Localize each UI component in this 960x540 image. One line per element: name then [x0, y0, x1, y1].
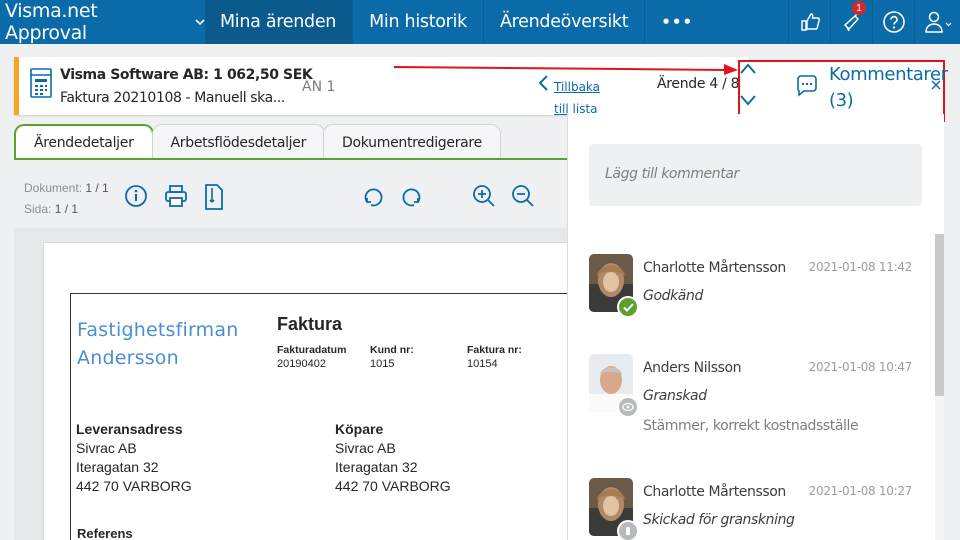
comment-status: Granskad [643, 388, 707, 404]
download-pdf-icon[interactable] [204, 184, 224, 215]
delivery-line: Sivrac AB [76, 440, 137, 456]
company-line-2: Andersson [77, 347, 179, 369]
annotation-arrow [394, 64, 738, 75]
rotate-left-icon[interactable] [361, 184, 385, 213]
notification-badge: 1 [852, 1, 866, 15]
add-comment-input[interactable]: Lägg till kommentar [589, 144, 922, 206]
case-counter: Ärende 4 / 8 [657, 76, 740, 92]
help-icon[interactable] [872, 0, 914, 44]
buyer-line: Iteragatan 32 [335, 459, 418, 475]
case-title: Visma Software AB: 1 062,50 SEK [60, 67, 313, 83]
invoice-date-value: 20190402 [277, 358, 326, 370]
comments-title: Kommentarer (3) [829, 64, 948, 111]
invoice-company: Fastighetsfirman Andersson [77, 316, 238, 372]
dokument-value: 1 / 1 [85, 181, 109, 195]
invoice-date-block: Fakturadatum 20190402 [277, 343, 346, 371]
reference-heading: Referens [77, 526, 133, 540]
customer-number-label: Kund nr: [370, 344, 414, 356]
notifications-button[interactable]: 1 [830, 0, 872, 44]
invoice-number-value: 10154 [467, 358, 498, 370]
document-viewer[interactable]: Fastighetsfirman Andersson Faktura Faktu… [14, 228, 584, 540]
sida-value: 1 / 1 [54, 202, 79, 216]
invoice-frame: Fastighetsfirman Andersson Faktura Faktu… [70, 293, 584, 540]
case-code: AN 1 [302, 79, 336, 95]
delivery-address: Leveransadress Sivrac AB Iteragatan 32 4… [76, 420, 192, 496]
close-comments-icon[interactable] [931, 77, 941, 94]
invoice-date-label: Fakturadatum [277, 344, 347, 356]
customer-number-block: Kund nr: 1015 [370, 343, 414, 371]
buyer-address: Köpare Sivrac AB Iteragatan 32 442 70 VA… [335, 420, 451, 496]
app-brand-menu[interactable]: Visma.net Approval [0, 0, 205, 44]
document-toolbar: Dokument: 1 / 1 Sida: 1 / 1 [14, 160, 567, 228]
thumbs-up-icon[interactable] [788, 0, 830, 44]
reviewed-eye-icon [617, 396, 639, 418]
customer-number-value: 1015 [370, 358, 395, 370]
info-icon[interactable] [124, 184, 148, 213]
buyer-heading: Köpare [335, 421, 384, 437]
case-subtitle: Faktura 20210108 - Manuell ska... [60, 90, 285, 106]
more-menu-button[interactable]: ••• [644, 0, 709, 44]
print-icon[interactable] [164, 184, 188, 213]
nav-tab-mina-arenden[interactable]: Mina ärenden [205, 0, 353, 44]
chevron-up-icon [740, 63, 756, 74]
comment-text: Stämmer, korrekt kostnadsställe [643, 418, 859, 434]
zoom-in-icon[interactable] [472, 184, 496, 213]
comment-author: Charlotte Mårtensson [643, 484, 786, 500]
sida-label: Sida: [24, 202, 52, 216]
user-menu[interactable] [914, 0, 960, 44]
comment-date: 2021-01-08 11:42 [808, 260, 913, 274]
previous-case-button[interactable] [739, 62, 759, 81]
comment-bubble-icon [795, 74, 819, 114]
user-icon [924, 11, 951, 33]
comment-date: 2021-01-08 10:47 [808, 360, 913, 374]
invoice-title: Faktura [277, 314, 343, 334]
comment-date: 2021-01-08 10:27 [808, 484, 913, 498]
sent-for-review-icon [617, 520, 639, 540]
nav-tab-min-historik[interactable]: Min historik [352, 0, 483, 44]
document-page-info: Dokument: 1 / 1 Sida: 1 / 1 [24, 178, 109, 220]
chevron-left-icon [538, 75, 548, 96]
buyer-line: Sivrac AB [335, 440, 396, 456]
delivery-line: 442 70 VARBORG [76, 478, 192, 494]
top-nav: Visma.net Approval Mina ärenden Min hist… [0, 0, 960, 44]
buyer-line: 442 70 VARBORG [335, 478, 451, 494]
comment-author: Anders Nilsson [643, 360, 742, 376]
comments-panel: Lägg till kommentar Charlotte Mårtensson… [567, 114, 944, 540]
invoice-document-icon [30, 68, 52, 103]
invoice-number-block: Faktura nr: 10154 [467, 343, 522, 371]
next-case-button[interactable] [739, 93, 759, 112]
comments-toggle[interactable]: Kommentarer (3) [795, 62, 948, 114]
delivery-line: Iteragatan 32 [76, 459, 159, 475]
app-title: Visma.net Approval [5, 0, 98, 44]
invoice-number-label: Faktura nr: [467, 344, 522, 356]
comment-status: Skickad för granskning [643, 512, 795, 528]
tab-arbetsflodesdetaljer[interactable]: Arbetsflödesdetaljer [151, 124, 326, 160]
approved-check-icon [617, 296, 639, 318]
nav-tab-arendeoversikt[interactable]: Ärendeöversikt [482, 0, 644, 44]
dokument-label: Dokument: [24, 181, 83, 195]
comment-author: Charlotte Mårtensson [643, 260, 786, 276]
chevron-down-icon [195, 16, 205, 29]
case-nav-arrows [739, 62, 759, 112]
tab-dokumentredigerare[interactable]: Dokumentredigerare [323, 124, 501, 160]
company-line-1: Fastighetsfirman [77, 319, 239, 341]
chevron-down-icon [740, 95, 756, 106]
case-tabs: Ärendedetaljer Arbetsflödesdetaljer Doku… [14, 124, 501, 160]
tab-arendedetaljer[interactable]: Ärendedetaljer [14, 124, 154, 160]
scrollbar-thumb[interactable] [935, 234, 944, 396]
rotate-right-icon[interactable] [400, 184, 424, 213]
zoom-out-icon[interactable] [511, 184, 535, 213]
invoice-page: Fastighetsfirman Andersson Faktura Faktu… [43, 242, 584, 540]
delivery-heading: Leveransadress [76, 421, 183, 437]
comment-status: Godkänd [643, 288, 703, 304]
